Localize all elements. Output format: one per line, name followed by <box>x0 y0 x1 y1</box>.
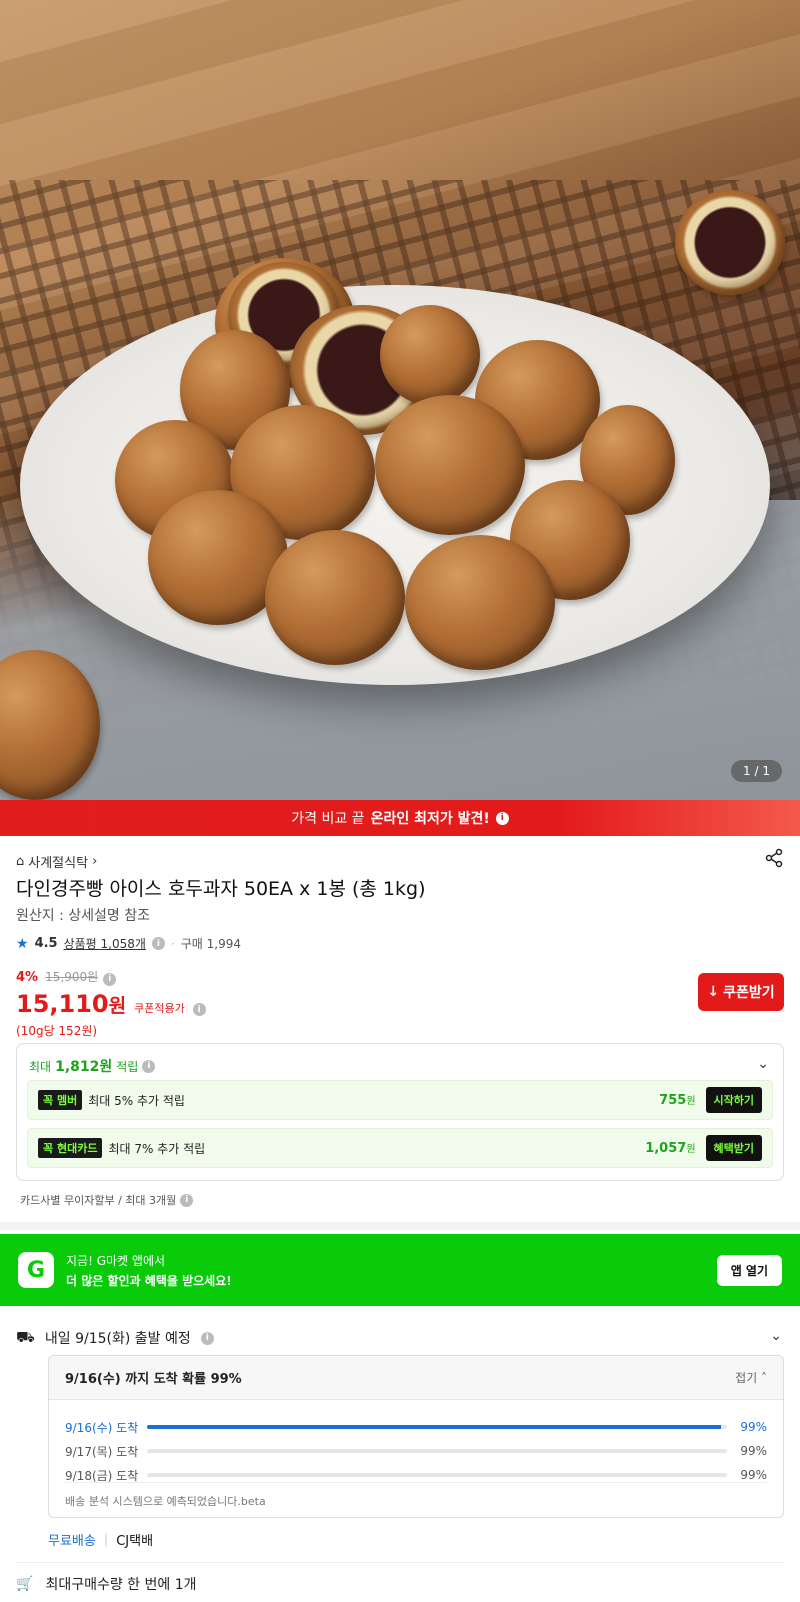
product-origin: 원산지 : 상세설명 참조 <box>16 908 150 924</box>
eta-row: 9/17(목) 도착 99% <box>65 1442 767 1460</box>
walnut-cake <box>380 305 480 405</box>
coupon-applied-label: 쿠폰적용가 <box>134 1001 185 1015</box>
installment-text: 카드사별 무이자할부 / 최대 3개월 <box>20 1194 177 1207</box>
app-banner-line1: 지금! G마켓 앱에서 <box>66 1253 166 1268</box>
eta-bar <box>147 1473 727 1477</box>
share-icon[interactable] <box>764 848 784 873</box>
get-coupon-button[interactable]: ↓ 쿠폰받기 <box>698 973 784 1011</box>
eta-label: 9/18(금) 도착 <box>65 1468 139 1483</box>
eta-bar <box>147 1449 727 1453</box>
reward-amount: 1,057원 <box>645 1141 696 1156</box>
info-icon[interactable]: i <box>200 1331 214 1345</box>
installment-info[interactable]: 카드사별 무이자할부 / 최대 3개월 i <box>20 1192 784 1208</box>
rating-row: ★ 4.5 상품평 1,058개 i · 구매 1,994 <box>16 935 784 952</box>
promo-prefix: 가격 비교 끝 <box>291 811 365 827</box>
max-purchase-row: 🛒 최대구매수량 한 번에 1개 <box>16 1574 784 1594</box>
info-icon[interactable]: i <box>192 1003 206 1016</box>
separator: | <box>103 1532 109 1547</box>
eta-bar <box>147 1425 727 1429</box>
member-badge: 꼭 멤버 <box>38 1090 83 1110</box>
reward-amount: 755원 <box>659 1093 696 1108</box>
separator: · <box>170 936 175 951</box>
walnut-cake <box>375 395 525 535</box>
info-icon[interactable]: i <box>495 811 509 825</box>
truck-icon: ⛟ <box>16 1328 35 1346</box>
app-banner-line2: 더 많은 할인과 혜택을 받으세요! <box>66 1273 232 1288</box>
shipping-header[interactable]: ⛟ 내일 9/15(화) 출발 예정 i <box>16 1328 784 1348</box>
chevron-down-icon[interactable]: ⌄ <box>770 1328 782 1344</box>
departure-text: 내일 9/15(화) 출발 예정 <box>44 1331 191 1347</box>
reward-text: 최대 7% 추가 적립 <box>108 1141 206 1156</box>
eta-pct: 99% <box>740 1420 767 1434</box>
rewards-suffix: 적립 <box>116 1059 139 1074</box>
eta-title: 9/16(수) 까지 도착 확률 99% <box>65 1372 242 1387</box>
open-app-button[interactable]: 앱 열기 <box>716 1254 782 1286</box>
category-link[interactable]: 사계절식탁 <box>28 852 88 871</box>
rewards-amount: 1,812원 <box>55 1059 113 1075</box>
coupon-button-label: 쿠폰받기 <box>723 985 775 1001</box>
walnut-cake <box>265 530 405 665</box>
section-divider <box>0 1222 800 1230</box>
eta-pct: 99% <box>740 1468 767 1482</box>
eta-panel: 9/16(수) 까지 도착 확률 99% 접기 ˄ 9/16(수) 도착 99%… <box>48 1355 784 1518</box>
start-membership-button[interactable]: 시작하기 <box>705 1087 762 1113</box>
walnut-cake <box>405 535 555 670</box>
info-icon[interactable]: i <box>151 937 165 950</box>
reward-row-member: 꼭 멤버 최대 5% 추가 적립 755원 시작하기 <box>27 1080 773 1120</box>
product-image[interactable]: 1 / 1 <box>0 0 800 800</box>
eta-row: 9/16(수) 도착 99% <box>65 1418 767 1436</box>
shipping-info: 무료배송 | CJ택배 <box>48 1530 784 1549</box>
max-purchase-text: 최대구매수량 한 번에 1개 <box>45 1577 197 1593</box>
reward-row-card: 꼭 현대카드 최대 7% 추가 적립 1,057원 혜택받기 <box>27 1128 773 1168</box>
price-compare-banner[interactable]: 가격 비교 끝 온라인 최저가 발견! i <box>0 800 800 836</box>
rewards-panel: 최대 1,812원 적립 i ⌄ 꼭 멤버 최대 5% 추가 적립 755원 시… <box>16 1043 784 1181</box>
star-icon: ★ <box>16 935 29 952</box>
carrier-label: CJ택배 <box>116 1534 154 1549</box>
gmarket-logo-icon: G <box>18 1252 54 1288</box>
eta-label: 9/17(목) 도착 <box>65 1444 139 1459</box>
eta-note: 배송 분석 시스템으로 예측되었습니다.beta <box>65 1482 767 1509</box>
walnut-cake-opened <box>675 190 785 295</box>
get-benefit-button[interactable]: 혜택받기 <box>705 1135 762 1161</box>
eta-label: 9/16(수) 도착 <box>65 1420 139 1435</box>
original-price: 15,900원 <box>45 970 99 984</box>
reward-text: 최대 5% 추가 적립 <box>88 1093 185 1108</box>
purchase-count: 구매 1,994 <box>180 937 242 951</box>
eta-pct: 99% <box>740 1444 767 1458</box>
product-title: 다인경주빵 아이스 호두과자 50EA x 1봉 (총 1kg) <box>16 878 426 900</box>
eta-header: 9/16(수) 까지 도착 확률 99% 접기 ˄ <box>49 1356 783 1400</box>
chevron-down-icon[interactable]: ⌄ <box>757 1056 769 1072</box>
discount-rate: 4% <box>16 970 39 985</box>
divider-line <box>16 1562 784 1563</box>
promo-highlight: 온라인 최저가 발견! <box>370 811 490 827</box>
app-promo-banner[interactable]: G 지금! G마켓 앱에서 더 많은 할인과 혜택을 받으세요! 앱 열기 <box>0 1234 800 1306</box>
card-badge: 꼭 현대카드 <box>38 1138 103 1158</box>
home-icon: ⌂ <box>16 854 25 869</box>
reviews-link[interactable]: 상품평 1,058개 <box>64 935 146 952</box>
info-icon[interactable]: i <box>142 1059 156 1073</box>
free-shipping-label: 무료배송 <box>48 1534 96 1549</box>
app-banner-text: 지금! G마켓 앱에서 더 많은 할인과 혜택을 받으세요! <box>66 1252 232 1289</box>
info-icon[interactable]: i <box>103 972 117 986</box>
breadcrumb[interactable]: ⌂ 사계절식탁 › <box>16 852 784 871</box>
unit-price: (10g당 152원) <box>16 1023 98 1038</box>
info-icon[interactable]: i <box>180 1193 194 1207</box>
rating-score: 4.5 <box>34 936 58 951</box>
final-price: 15,110원 <box>16 989 127 1018</box>
fold-button[interactable]: 접기 ˄ <box>735 1369 767 1386</box>
chevron-right-icon: › <box>92 854 98 869</box>
image-counter: 1 / 1 <box>731 760 782 782</box>
download-icon: ↓ <box>707 984 720 1000</box>
rewards-prefix: 최대 <box>29 1059 52 1074</box>
cart-icon: 🛒 <box>16 1576 34 1592</box>
rewards-header[interactable]: 최대 1,812원 적립 i <box>29 1056 771 1076</box>
price-block: 4% 15,900원 i 15,110원 쿠폰적용가 i (10g당 152원) <box>16 966 784 1039</box>
